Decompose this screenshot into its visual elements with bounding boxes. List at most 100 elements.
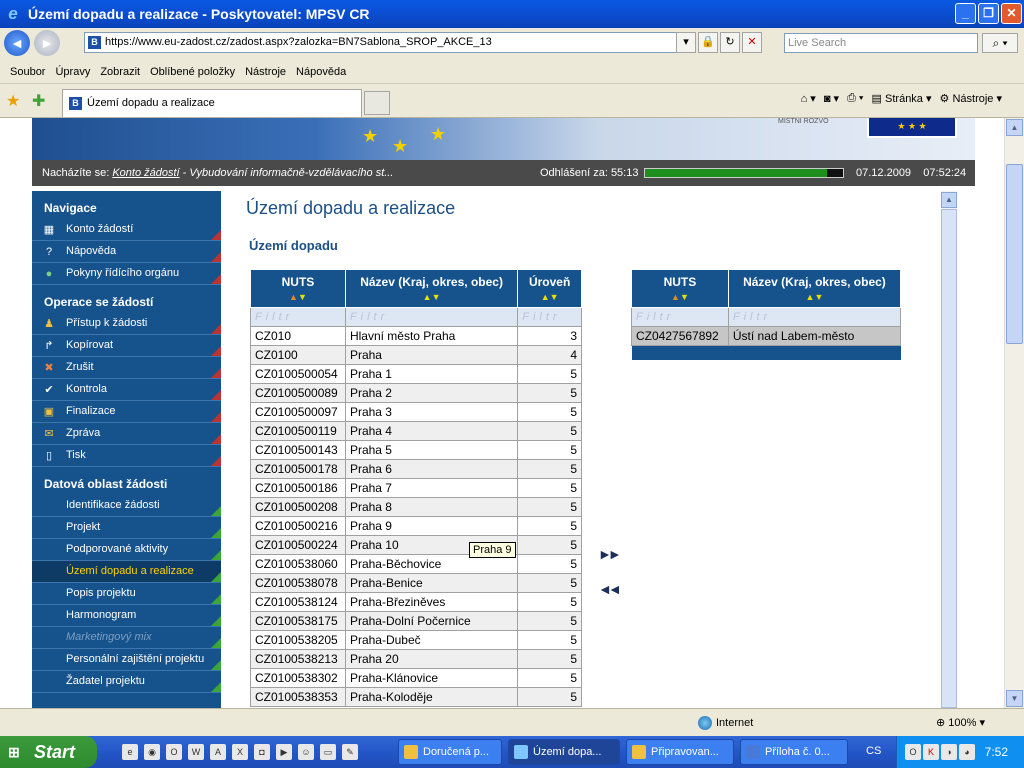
table-row[interactable]: CZ0100538302 Praha-Klánovice 5	[250, 668, 582, 688]
print-icon[interactable]: ⎙ ▾	[847, 92, 863, 105]
stop-icon[interactable]: ✕	[742, 32, 762, 53]
sidebar-item-napoveda[interactable]: ? Nápověda	[32, 241, 221, 263]
sidebar-item-zrusit[interactable]: ✖ Zrušit	[32, 357, 221, 379]
menu-favorites[interactable]: Oblíbené položky	[150, 66, 235, 78]
back-button[interactable]: ◄	[4, 30, 30, 56]
quicklaunch-firefox-icon[interactable]: ◉	[144, 744, 160, 760]
home-icon[interactable]: ⌂ ▾	[801, 92, 816, 105]
table-row[interactable]: CZ0100538060 Praha-Běchovice 5	[250, 554, 582, 574]
sidebar-item-aktivity[interactable]: Podporované aktivity	[32, 539, 221, 561]
maximize-button[interactable]: ❐	[978, 3, 999, 24]
tray-app-icon[interactable]: O	[905, 744, 921, 760]
task-word[interactable]: Příloha č. 0...	[740, 739, 848, 765]
table-row[interactable]: CZ0100500089 Praha 25	[250, 383, 582, 403]
url-field[interactable]: B https://www.eu-zadost.cz/zadost.aspx?z…	[84, 32, 694, 53]
breadcrumb-link[interactable]: Konto žádostí	[112, 167, 179, 179]
task-browser[interactable]: Území dopa...	[508, 739, 620, 765]
table-row[interactable]: CZ0100538353 Praha-Koloděje 5	[250, 687, 582, 707]
task-outlook[interactable]: Doručená p...	[398, 739, 502, 765]
table-row[interactable]: CZ0100500216 Praha 95	[250, 516, 582, 536]
tray-antivirus-icon[interactable]: K	[923, 744, 939, 760]
filter-name-input[interactable]: Filtr	[727, 307, 902, 327]
menu-help[interactable]: Nápověda	[296, 66, 346, 78]
tray-network-icon[interactable]: ◑	[941, 744, 957, 760]
sidebar-item-pokyny[interactable]: ● Pokyny řídícího orgánu	[32, 263, 221, 285]
start-button[interactable]: ⊞ Start	[0, 736, 97, 768]
table-row[interactable]: CZ0100500186 Praha 75	[250, 478, 582, 498]
column-header-name[interactable]: Název (Kraj, okres, obec) ▲▼	[727, 269, 902, 308]
refresh-icon[interactable]: ↻	[720, 32, 740, 53]
filter-nuts-input[interactable]: Filtr	[631, 307, 729, 327]
table-row[interactable]: CZ0100538205 Praha-Dubeč 5	[250, 630, 582, 650]
table-row-selected[interactable]: CZ0427567892 Ústí nad Labem-město	[631, 326, 902, 346]
table-row[interactable]: CZ0100500119 Praha 45	[250, 421, 582, 441]
sort-icon[interactable]: ▲▼	[632, 291, 728, 303]
sidebar-item-zadatel[interactable]: Žadatel projektu	[32, 671, 221, 693]
sort-icon[interactable]: ▲▼	[346, 291, 517, 303]
table-row[interactable]: CZ0100500224 Praha 10 5	[250, 535, 582, 555]
table-row[interactable]: CZ0100500208 Praha 85	[250, 497, 582, 517]
column-header-nuts[interactable]: NUTS ▲▼	[250, 269, 346, 308]
task-folder[interactable]: Připravovan...	[626, 739, 734, 765]
quicklaunch-excel-icon[interactable]: X	[232, 744, 248, 760]
quicklaunch-media-icon[interactable]: ▶	[276, 744, 292, 760]
filter-level-input[interactable]: Filtr	[517, 307, 582, 327]
sidebar-item-uzemi[interactable]: Území dopadu a realizace	[32, 561, 221, 583]
sort-icon[interactable]: ▲▼	[518, 291, 581, 303]
sidebar-item-kontrola[interactable]: ✔ Kontrola	[32, 379, 221, 401]
menu-view[interactable]: Zobrazit	[100, 66, 140, 78]
table-row[interactable]: CZ0100500097 Praha 35	[250, 402, 582, 422]
sidebar-item-identifikace[interactable]: Identifikace žádosti	[32, 495, 221, 517]
zoom-control[interactable]: ⊕ 100% ▾	[936, 716, 985, 729]
table-row[interactable]: CZ0100538175 Praha-Dolní Počernice 5	[250, 611, 582, 631]
filter-name-input[interactable]: Filtr	[344, 307, 519, 327]
minimize-button[interactable]: _	[955, 3, 976, 24]
sidebar-item-harmonogram[interactable]: Harmonogram	[32, 605, 221, 627]
table-row[interactable]: CZ0100500054 Praha 15	[250, 364, 582, 384]
quicklaunch-access-icon[interactable]: A	[210, 744, 226, 760]
scroll-up-icon[interactable]: ▲	[1006, 119, 1023, 136]
quicklaunch-word-icon[interactable]: W	[188, 744, 204, 760]
add-favorite-icon[interactable]: ✚	[32, 91, 45, 111]
scroll-up-icon[interactable]: ▲	[941, 192, 957, 208]
tools-menu[interactable]: ⚙ Nástroje ▾	[940, 92, 1002, 105]
filter-nuts-input[interactable]: Filtr	[250, 307, 346, 327]
sort-icon[interactable]: ▲▼	[251, 291, 345, 303]
search-icon[interactable]: ⌕ ▾	[982, 33, 1018, 53]
quicklaunch-tools-icon[interactable]: ✎	[342, 744, 358, 760]
lock-icon[interactable]: 🔒	[698, 32, 718, 53]
column-header-name[interactable]: Název (Kraj, okres, obec) ▲▼	[344, 269, 519, 308]
remove-area-button[interactable]: ◄◄	[598, 581, 622, 597]
content-scrollbar[interactable]: ▲	[941, 191, 957, 708]
sort-icon[interactable]: ▲▼	[729, 291, 900, 303]
quicklaunch-app-icon[interactable]: ◘	[254, 744, 270, 760]
table-row[interactable]: CZ0100538078 Praha-Benice 5	[250, 573, 582, 593]
feeds-icon[interactable]: ◙ ▾	[824, 92, 839, 105]
sidebar-item-tisk[interactable]: ▯ Tisk	[32, 445, 221, 467]
sidebar-item-konto[interactable]: ▦ Konto žádostí	[32, 219, 221, 241]
column-header-level[interactable]: Úroveň ▲▼	[517, 269, 582, 308]
sidebar-item-personalni[interactable]: Personální zajištění projektu	[32, 649, 221, 671]
quicklaunch-folder-icon[interactable]: ▭	[320, 744, 336, 760]
favorites-star-icon[interactable]: ★	[6, 91, 20, 111]
quicklaunch-outlook-icon[interactable]: O	[166, 744, 182, 760]
sidebar-item-pristup[interactable]: ♟ Přístup k žádosti	[32, 313, 221, 335]
table-row[interactable]: CZ0100538124 Praha-Březiněves 5	[250, 592, 582, 612]
table-row[interactable]: CZ010 Hlavní město Praha 3	[250, 326, 582, 346]
add-area-button[interactable]: ►►	[598, 546, 622, 562]
table-row[interactable]: CZ0100500143 Praha 55	[250, 440, 582, 460]
dropdown-icon[interactable]: ▾	[676, 32, 696, 53]
sidebar-item-finalizace[interactable]: ▣ Finalizace	[32, 401, 221, 423]
quicklaunch-ie-icon[interactable]: e	[122, 744, 138, 760]
new-tab-button[interactable]	[364, 91, 390, 115]
column-header-nuts[interactable]: NUTS ▲▼	[631, 269, 729, 308]
forward-button[interactable]: ►	[34, 30, 60, 56]
menu-edit[interactable]: Úpravy	[55, 66, 90, 78]
scroll-thumb[interactable]	[941, 209, 957, 708]
scroll-down-icon[interactable]: ▼	[1006, 690, 1023, 707]
sidebar-item-zprava[interactable]: ✉ Zpráva	[32, 423, 221, 445]
table-row[interactable]: CZ0100538213 Praha 20 5	[250, 649, 582, 669]
page-menu[interactable]: ▤ Stránka ▾	[872, 92, 932, 105]
menu-tools[interactable]: Nástroje	[245, 66, 286, 78]
menu-file[interactable]: Soubor	[10, 66, 45, 78]
